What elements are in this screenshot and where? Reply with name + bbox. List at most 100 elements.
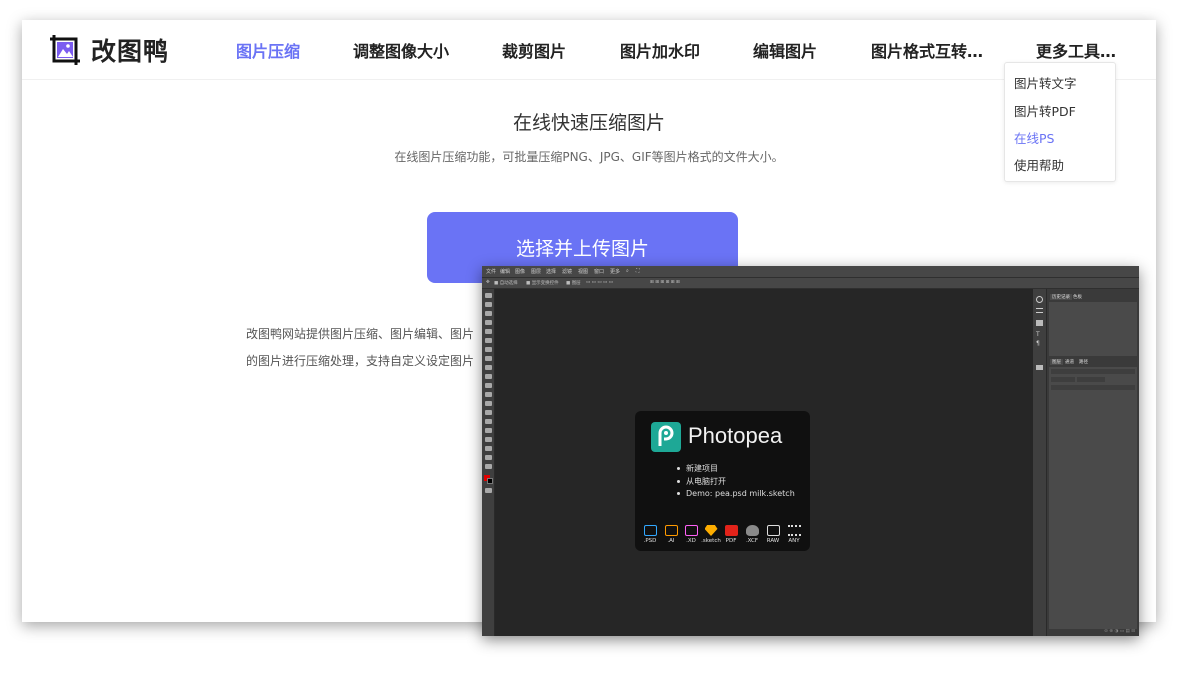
description-line-1: 改图鸭网站提供图片压缩、图片编辑、图片 [246,327,475,341]
character-icon[interactable]: T [1036,331,1040,338]
show-transform-label: 显示变换控件 [531,281,559,286]
nav-more-tools[interactable]: 更多工具… [1036,38,1116,62]
nav-watermark[interactable]: 图片加水印 [620,38,700,62]
nav-resize-image[interactable]: 调整图像大小 [353,38,449,62]
new-project-link[interactable]: 新建项目 [677,463,718,474]
format-pdf-label: PDF [725,538,737,544]
layers-footer-icons[interactable]: ⊝ ⊕ ◑ ▭ ▤ ⊟ [1104,629,1135,634]
crop-tool[interactable] [485,329,492,334]
site-logo[interactable]: 改图鸭 [48,32,169,68]
menu-file[interactable]: 文件 [486,268,496,275]
hand-tool[interactable] [485,455,492,460]
history-icon[interactable] [1036,296,1043,303]
eraser-tool[interactable] [485,383,492,388]
tab-layers[interactable]: 图层 [1050,359,1063,365]
description-line-2: 的图片进行压缩处理，支持自定义设定图片 [246,354,475,368]
photopea-window: 文件 编辑 图像 图层 选择 滤镜 视图 窗口 更多 ⌕ ⛶ ✥ ■ 自动选择 … [482,266,1139,636]
blur-tool[interactable] [485,401,492,406]
healing-tool[interactable] [485,347,492,352]
any-format-icon [787,525,801,536]
xd-icon [684,525,698,536]
format-any[interactable]: ANY [784,525,804,544]
psd-icon [643,525,657,536]
dodge-tool[interactable] [485,410,492,415]
format-psd[interactable]: .PSD [640,525,660,544]
layer-filter-row[interactable] [1051,369,1135,374]
nav-crop-image[interactable]: 裁剪图片 [502,38,566,62]
tab-channels[interactable]: 通道 [1065,359,1074,365]
format-xcf-label: .XCF [745,538,759,544]
info-icon[interactable] [1036,365,1043,370]
lock-row[interactable] [1051,385,1135,390]
photopea-title: Photopea [688,423,783,448]
tab-swatches[interactable]: 色板 [1073,294,1082,300]
type-tool[interactable] [485,419,492,424]
photopea-canvas-area: Photopea 新建项目 从电脑打开 Demo: pea.psd milk.s… [495,289,1033,636]
format-ai[interactable]: .AI [661,525,681,544]
move-tool[interactable] [485,293,492,298]
nav-image-compress[interactable]: 图片压缩 [236,38,300,62]
menu-image[interactable]: 图像 [515,268,525,275]
search-icon[interactable]: ⌕ [626,268,629,274]
tab-history[interactable]: 历史记录 [1050,294,1072,300]
menu-more[interactable]: 更多 [610,268,620,275]
lasso-tool[interactable] [485,311,492,316]
dropdown-item-image-to-text[interactable]: 图片转文字 [1014,73,1077,92]
format-any-label: ANY [788,538,800,544]
brush-settings-icon[interactable] [1036,320,1043,326]
menu-layer[interactable]: 图层 [531,268,541,275]
quick-mask-tool[interactable] [485,488,492,493]
blend-mode-select[interactable] [1051,377,1075,382]
layer-checkbox[interactable]: ■ 图层 [566,280,581,286]
zoom-tool[interactable] [485,464,492,469]
menu-window[interactable]: 窗口 [594,268,604,275]
photopea-logo-icon [651,422,681,452]
layer-label: 图层 [571,281,581,286]
photopea-menubar: 文件 编辑 图像 图层 选择 滤镜 视图 窗口 更多 ⌕ ⛶ [482,266,1139,278]
show-transform-checkbox[interactable]: ■ 显示变换控件 [526,280,559,286]
pen-tool[interactable] [485,428,492,433]
history-panel [1049,302,1137,356]
format-sketch[interactable]: .sketch [701,525,721,544]
new-project-label: 新建项目 [686,464,718,473]
path-select-tool[interactable] [485,437,492,442]
demo-label: Demo: pea.psd milk.sketch [686,489,795,498]
format-raw[interactable]: RAW [763,525,783,544]
menu-filter[interactable]: 滤镜 [562,268,572,275]
nav-format-convert[interactable]: 图片格式互转… [871,38,983,62]
nav-edit-image[interactable]: 编辑图片 [753,38,817,62]
history-brush-tool[interactable] [485,374,492,379]
brush-tool[interactable] [485,356,492,361]
move-tool-icon: ✥ [486,280,490,285]
fullscreen-icon[interactable]: ⛶ [636,268,640,274]
format-sketch-label: .sketch [701,538,721,544]
open-from-computer-link[interactable]: 从电脑打开 [677,476,726,487]
photopea-toolbox [482,289,495,636]
page-subtitle: 在线图片压缩功能，可批量压缩PNG、JPG、GIF等图片格式的文件大小。 [394,150,784,164]
photopea-panel-icon-column: T ¶ [1033,289,1047,636]
magic-wand-tool[interactable] [485,320,492,325]
format-xcf[interactable]: .XCF [742,525,762,544]
format-xd-label: .XD [686,538,696,544]
format-xd[interactable]: .XD [681,525,701,544]
menu-view[interactable]: 视图 [578,268,588,275]
demo-links[interactable]: Demo: pea.psd milk.sketch [677,489,795,498]
marquee-tool[interactable] [485,302,492,307]
clone-stamp-tool[interactable] [485,365,492,370]
align-icons[interactable]: ▭ ▭ ▭ ▭ ▭ [586,280,613,285]
open-from-computer-label: 从电脑打开 [686,477,726,486]
background-color-swatch[interactable] [487,478,493,484]
menu-select[interactable]: 选择 [546,268,556,275]
distribute-icons[interactable]: ⊞ ⊞ ⊞ ⊞ ⊞ ⊞ [650,280,680,285]
shape-tool[interactable] [485,446,492,451]
logo-text: 改图鸭 [91,37,170,66]
auto-select-checkbox[interactable]: ■ 自动选择 [494,280,518,286]
properties-icon[interactable] [1036,308,1043,313]
opacity-field[interactable] [1077,377,1105,382]
format-pdf[interactable]: PDF [721,525,741,544]
paragraph-icon[interactable]: ¶ [1036,340,1040,347]
menu-edit[interactable]: 编辑 [500,268,510,275]
eyedropper-tool[interactable] [485,338,492,343]
tab-paths[interactable]: 路径 [1079,359,1088,365]
gradient-tool[interactable] [485,392,492,397]
